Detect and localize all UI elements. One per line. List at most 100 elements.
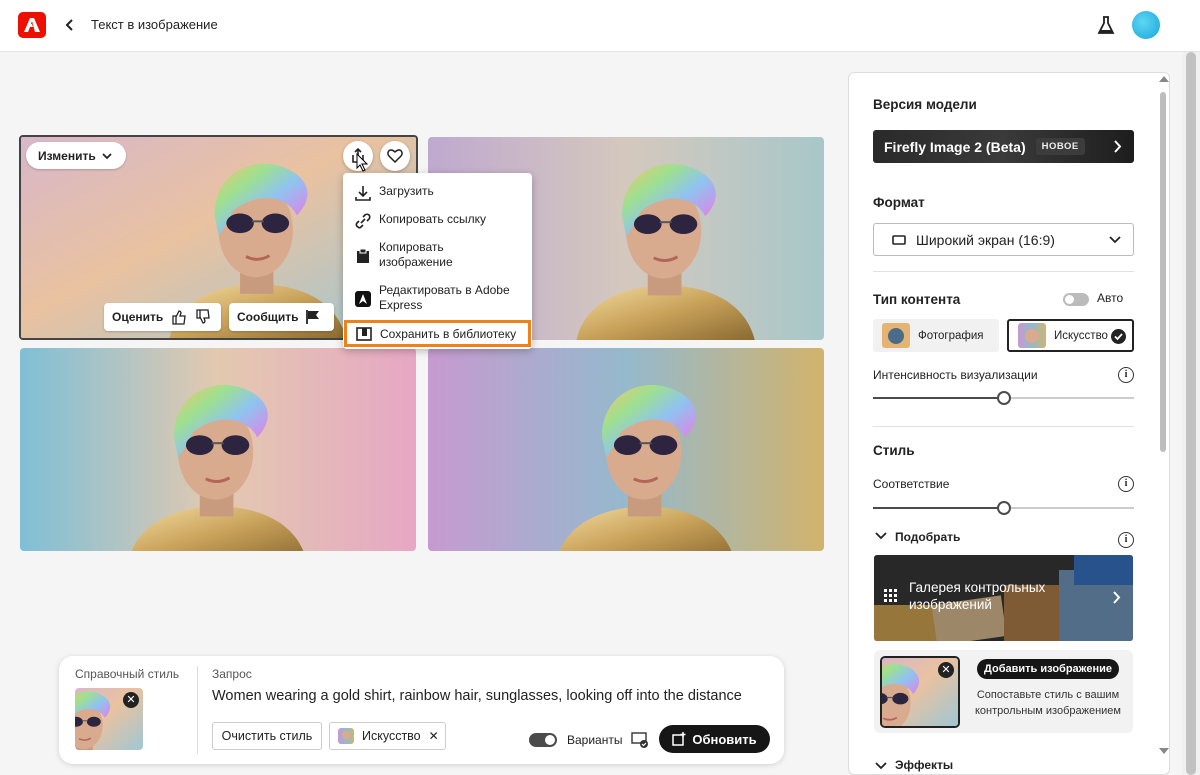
info-icon[interactable]: i — [1118, 476, 1134, 492]
download-icon — [355, 186, 371, 201]
reference-image-box: ✕ Добавить изображение Сопоставьте стиль… — [874, 650, 1133, 733]
chevron-down-icon — [102, 152, 112, 159]
scrollbar-thumb[interactable] — [1186, 52, 1196, 775]
library-icon — [356, 326, 372, 341]
report-label: Сообщить — [237, 310, 299, 324]
slider-fill — [873, 397, 1004, 399]
generate-icon — [672, 732, 686, 746]
generated-image-4[interactable] — [428, 348, 824, 551]
model-name: Firefly Image 2 (Beta) — [884, 138, 1026, 155]
remove-tag-icon[interactable]: ✕ — [429, 729, 439, 743]
adobe-logo-icon[interactable] — [18, 12, 46, 38]
divider — [873, 271, 1134, 272]
chevron-down-icon[interactable] — [875, 532, 887, 540]
rate-pill: Оценить — [104, 303, 221, 331]
prompt-bar: Справочный стиль ✕ Запрос Women wearing … — [59, 656, 784, 764]
slider-knob[interactable] — [997, 501, 1011, 515]
menu-item-download[interactable]: Загрузить — [343, 184, 532, 201]
labs-flask-icon[interactable] — [1097, 14, 1115, 36]
user-avatar[interactable] — [1132, 11, 1160, 39]
prompt-input[interactable]: Women wearing a gold shirt, rainbow hair… — [212, 688, 742, 704]
heart-icon — [387, 149, 403, 163]
art-thumbnail — [1018, 323, 1046, 348]
model-heading: Версия модели — [873, 97, 977, 112]
format-value: Широкий экран (16:9) — [916, 231, 1055, 248]
style-tag-chip[interactable]: Искусство ✕ — [329, 722, 446, 750]
effects-heading[interactable]: Эффекты — [895, 758, 953, 772]
intensity-label: Интенсивность визуализации — [873, 368, 1038, 382]
reference-image-thumbnail[interactable]: ✕ — [880, 656, 960, 728]
match-slider[interactable] — [873, 501, 1134, 515]
menu-item-label: Редактировать в Adobe Express — [379, 283, 510, 312]
panel-scrollbar[interactable] — [1158, 72, 1170, 760]
variants-label: Варианты — [567, 733, 623, 747]
grid-icon — [884, 589, 897, 602]
variants-toggle[interactable] — [529, 733, 557, 747]
page-title: Текст в изображение — [91, 17, 218, 32]
chevron-down-icon[interactable] — [875, 762, 887, 770]
pick-label[interactable]: Подобрать — [895, 530, 960, 544]
adobe-express-icon — [355, 291, 371, 307]
update-button[interactable]: Обновить — [659, 725, 770, 753]
ref-style-label: Справочный стиль — [75, 667, 180, 681]
window-scrollbar[interactable] — [1182, 52, 1200, 775]
thumbs-down-icon[interactable] — [195, 309, 211, 325]
content-type-label: Фотография — [918, 329, 984, 342]
scroll-down-icon[interactable] — [1159, 748, 1169, 754]
menu-item-label: Загрузить — [379, 184, 434, 198]
match-label: Соответствие — [873, 477, 950, 491]
content-type-art[interactable]: Искусство — [1007, 319, 1134, 352]
update-label: Обновить — [692, 731, 757, 747]
scrollbar-thumb[interactable] — [1160, 92, 1166, 452]
menu-item-copy-image[interactable]: Копировать изображение — [343, 240, 532, 270]
menu-item-label: Копировать ссылку — [379, 212, 486, 226]
flag-icon — [305, 310, 319, 324]
edit-label: Изменить — [38, 148, 96, 163]
info-icon[interactable]: i — [1118, 532, 1134, 548]
toggle-knob — [1065, 295, 1074, 304]
content-type-label: Искусство — [1054, 329, 1108, 342]
variants-settings-icon[interactable] — [631, 731, 649, 749]
model-selector[interactable]: Firefly Image 2 (Beta) НОВОЕ — [873, 130, 1134, 163]
divider — [873, 426, 1134, 427]
auto-toggle[interactable] — [1063, 293, 1089, 306]
ref-style-thumbnail[interactable]: ✕ — [75, 688, 143, 750]
menu-item-copy-link[interactable]: Копировать ссылку — [343, 212, 532, 229]
menu-item-label: Копировать изображение — [379, 240, 453, 269]
thumbs-up-icon[interactable] — [171, 309, 187, 325]
generated-image-3[interactable] — [20, 348, 416, 551]
style-heading: Стиль — [873, 443, 915, 458]
menu-item-save-to-library[interactable]: Сохранить в библиотеку — [344, 320, 531, 347]
content-type-heading: Тип контента — [873, 292, 961, 307]
checkmark-icon — [1111, 329, 1126, 344]
reference-description: Сопоставьте стиль с вашим контрольным из… — [974, 689, 1121, 717]
scroll-up-icon[interactable] — [1159, 76, 1169, 82]
rate-label: Оценить — [112, 310, 164, 324]
content-type-photo[interactable]: Фотография — [873, 319, 999, 352]
report-button[interactable]: Сообщить — [229, 303, 334, 331]
settings-panel: Версия модели Firefly Image 2 (Beta) НОВ… — [848, 72, 1170, 775]
favorite-button[interactable] — [380, 141, 410, 171]
back-chevron-icon[interactable] — [62, 14, 78, 36]
photo-thumbnail — [882, 323, 910, 348]
add-image-button[interactable]: Добавить изображение — [977, 659, 1119, 679]
gallery-label: Галерея контрольных изображений — [909, 580, 1046, 612]
app-header: Текст в изображение — [0, 0, 1200, 52]
clear-style-button[interactable]: Очистить стиль — [212, 722, 322, 750]
slider-knob[interactable] — [997, 391, 1011, 405]
edit-dropdown-button[interactable]: Изменить — [26, 142, 126, 169]
remove-ref-style-icon[interactable]: ✕ — [123, 692, 139, 708]
clear-style-label: Очистить стиль — [221, 729, 313, 743]
menu-item-adobe-express[interactable]: Редактировать в Adobe Express — [343, 283, 532, 313]
remove-reference-icon[interactable]: ✕ — [938, 662, 954, 678]
cursor-icon — [356, 153, 369, 172]
info-icon[interactable]: i — [1118, 367, 1134, 383]
reference-gallery-card[interactable]: Галерея контрольных изображений — [874, 555, 1133, 641]
intensity-slider[interactable] — [873, 391, 1134, 405]
prompt-label: Запрос — [212, 667, 252, 681]
format-select[interactable]: Широкий экран (16:9) — [873, 223, 1134, 256]
new-badge: НОВОЕ — [1035, 138, 1085, 155]
menu-item-label: Сохранить в библиотеку — [380, 326, 517, 341]
link-icon — [355, 213, 371, 229]
clipboard-icon — [357, 248, 369, 263]
